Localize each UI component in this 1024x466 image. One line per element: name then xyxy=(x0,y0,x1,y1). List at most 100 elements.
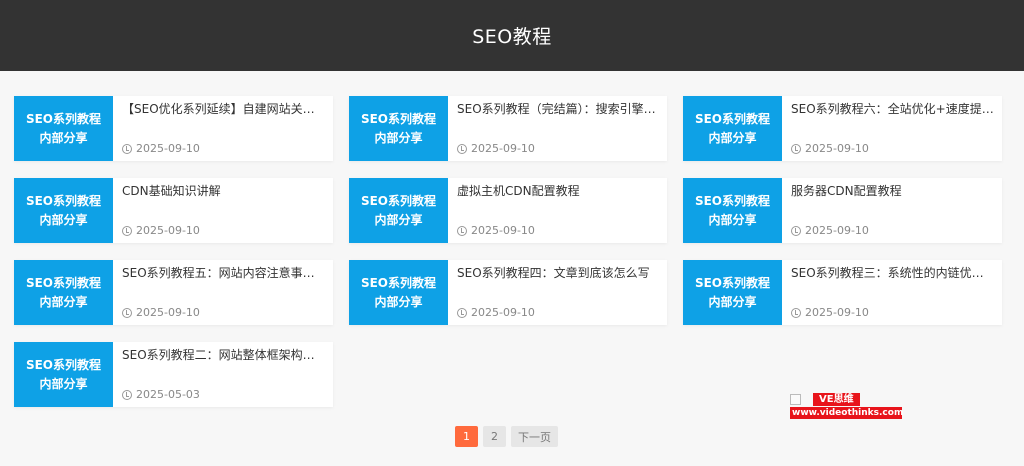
article-date-text: 2025-09-10 xyxy=(136,306,200,319)
thumbnail-line-1: SEO系列教程 xyxy=(694,111,771,126)
article-card[interactable]: SEO系列教程 内部分享 SEO系列教程三：系统性的内链优化讲… 2025-09… xyxy=(683,260,1002,325)
article-title-link[interactable]: SEO系列教程四：文章到底该怎么写 xyxy=(457,265,659,281)
thumbnail-line-1: SEO系列教程 xyxy=(25,193,102,208)
watermark-name: VE思维 xyxy=(813,393,860,406)
videothinks-watermark: VE思维 www.videothinks.com xyxy=(790,393,904,419)
article-info: SEO系列教程（完结篇）：搜索引擎的… 2025-09-10 xyxy=(448,96,667,161)
clock-icon xyxy=(122,389,132,400)
thumbnail-line-2: 内部分享 xyxy=(39,376,88,391)
article-date-text: 2025-09-10 xyxy=(471,224,535,237)
article-thumbnail[interactable]: SEO系列教程 内部分享 xyxy=(14,342,113,407)
thumbnail-line-1: SEO系列教程 xyxy=(694,193,771,208)
article-thumbnail[interactable]: SEO系列教程 内部分享 xyxy=(683,260,782,325)
article-info: 虚拟主机CDN配置教程 2025-09-10 xyxy=(448,178,667,243)
clock-icon xyxy=(457,307,467,318)
thumbnail-line-1: SEO系列教程 xyxy=(25,111,102,126)
article-title-link[interactable]: SEO系列教程三：系统性的内链优化讲… xyxy=(791,265,994,281)
thumbnail-line-2: 内部分享 xyxy=(708,294,757,309)
article-date-text: 2025-09-10 xyxy=(805,306,869,319)
clock-icon xyxy=(122,143,132,154)
clock-icon xyxy=(457,143,467,154)
next-page-button[interactable]: 下一页 xyxy=(511,426,558,447)
article-thumbnail[interactable]: SEO系列教程 内部分享 xyxy=(14,96,113,161)
clock-icon xyxy=(122,307,132,318)
clock-icon xyxy=(457,225,467,236)
article-info: 服务器CDN配置教程 2025-09-10 xyxy=(782,178,1002,243)
article-card[interactable]: SEO系列教程 内部分享 SEO系列教程二：网站整体框架构建思… 2025-05… xyxy=(14,342,333,407)
article-card[interactable]: SEO系列教程 内部分享 虚拟主机CDN配置教程 2025-09-10 xyxy=(349,178,667,243)
article-date: 2025-09-10 xyxy=(791,142,869,155)
article-card[interactable]: SEO系列教程 内部分享 SEO系列教程四：文章到底该怎么写 2025-09-1… xyxy=(349,260,667,325)
thumbnail-line-2: 内部分享 xyxy=(374,212,423,227)
article-info: SEO系列教程三：系统性的内链优化讲… 2025-09-10 xyxy=(782,260,1002,325)
article-info: SEO系列教程二：网站整体框架构建思… 2025-05-03 xyxy=(113,342,333,407)
thumbnail-line-2: 内部分享 xyxy=(708,130,757,145)
article-date: 2025-09-10 xyxy=(122,306,200,319)
thumbnail-line-2: 内部分享 xyxy=(374,294,423,309)
article-card[interactable]: SEO系列教程 内部分享 服务器CDN配置教程 2025-09-10 xyxy=(683,178,1002,243)
article-date-text: 2025-05-03 xyxy=(136,388,200,401)
thumbnail-line-2: 内部分享 xyxy=(39,294,88,309)
clock-icon xyxy=(791,225,801,236)
article-thumbnail[interactable]: SEO系列教程 内部分享 xyxy=(683,96,782,161)
article-date-text: 2025-09-10 xyxy=(136,142,200,155)
article-grid: SEO系列教程 内部分享 【SEO优化系列延续】自建网站关键词… 2025-09… xyxy=(14,96,1002,407)
thumbnail-line-2: 内部分享 xyxy=(708,212,757,227)
page-title: SEO教程 xyxy=(472,26,552,48)
article-card[interactable]: SEO系列教程 内部分享 CDN基础知识讲解 2025-09-10 xyxy=(14,178,333,243)
article-title-link[interactable]: 服务器CDN配置教程 xyxy=(791,183,994,199)
thumbnail-line-2: 内部分享 xyxy=(39,130,88,145)
article-title-link[interactable]: SEO系列教程二：网站整体框架构建思… xyxy=(122,347,325,363)
article-info: SEO系列教程六：全站优化+速度提升… 2025-09-10 xyxy=(782,96,1002,161)
article-date-text: 2025-09-10 xyxy=(136,224,200,237)
article-info: SEO系列教程四：文章到底该怎么写 2025-09-10 xyxy=(448,260,667,325)
article-title-link[interactable]: SEO系列教程五：网站内容注意事项+… xyxy=(122,265,325,281)
article-title-link[interactable]: 虚拟主机CDN配置教程 xyxy=(457,183,659,199)
watermark-url: www.videothinks.com xyxy=(790,407,904,419)
article-date: 2025-09-10 xyxy=(457,142,535,155)
article-thumbnail[interactable]: SEO系列教程 内部分享 xyxy=(349,96,448,161)
thumbnail-line-1: SEO系列教程 xyxy=(360,111,437,126)
article-thumbnail[interactable]: SEO系列教程 内部分享 xyxy=(14,260,113,325)
article-info: SEO系列教程五：网站内容注意事项+… 2025-09-10 xyxy=(113,260,333,325)
thumbnail-line-1: SEO系列教程 xyxy=(25,357,102,372)
article-card[interactable]: SEO系列教程 内部分享 SEO系列教程（完结篇）：搜索引擎的… 2025-09… xyxy=(349,96,667,161)
thumbnail-line-1: SEO系列教程 xyxy=(360,193,437,208)
article-thumbnail[interactable]: SEO系列教程 内部分享 xyxy=(14,178,113,243)
thumbnail-line-2: 内部分享 xyxy=(39,212,88,227)
article-thumbnail[interactable]: SEO系列教程 内部分享 xyxy=(349,178,448,243)
thumbnail-line-1: SEO系列教程 xyxy=(360,275,437,290)
article-title-link[interactable]: SEO系列教程（完结篇）：搜索引擎的… xyxy=(457,101,659,117)
article-date: 2025-09-10 xyxy=(122,224,200,237)
thumbnail-line-1: SEO系列教程 xyxy=(694,275,771,290)
article-thumbnail[interactable]: SEO系列教程 内部分享 xyxy=(683,178,782,243)
article-info: CDN基础知识讲解 2025-09-10 xyxy=(113,178,333,243)
article-date: 2025-09-10 xyxy=(791,306,869,319)
article-title-link[interactable]: SEO系列教程六：全站优化+速度提升… xyxy=(791,101,994,117)
article-date: 2025-09-10 xyxy=(457,306,535,319)
clock-icon xyxy=(791,143,801,154)
article-date-text: 2025-09-10 xyxy=(471,142,535,155)
article-date-text: 2025-09-10 xyxy=(805,142,869,155)
article-date: 2025-05-03 xyxy=(122,388,200,401)
clock-icon xyxy=(122,225,132,236)
broken-image-icon xyxy=(790,394,801,405)
article-date-text: 2025-09-10 xyxy=(471,306,535,319)
article-card[interactable]: SEO系列教程 内部分享 SEO系列教程六：全站优化+速度提升… 2025-09… xyxy=(683,96,1002,161)
article-card[interactable]: SEO系列教程 内部分享 SEO系列教程五：网站内容注意事项+… 2025-09… xyxy=(14,260,333,325)
thumbnail-line-2: 内部分享 xyxy=(374,130,423,145)
article-date: 2025-09-10 xyxy=(122,142,200,155)
clock-icon xyxy=(791,307,801,318)
page-header: SEO教程 xyxy=(0,0,1024,71)
thumbnail-line-1: SEO系列教程 xyxy=(25,275,102,290)
article-info: 【SEO优化系列延续】自建网站关键词… 2025-09-10 xyxy=(113,96,333,161)
article-date: 2025-09-10 xyxy=(791,224,869,237)
page-1-button[interactable]: 1 xyxy=(455,426,478,447)
page-2-button[interactable]: 2 xyxy=(483,426,506,447)
pagination: 1 2 下一页 xyxy=(455,426,558,447)
article-thumbnail[interactable]: SEO系列教程 内部分享 xyxy=(349,260,448,325)
article-card[interactable]: SEO系列教程 内部分享 【SEO优化系列延续】自建网站关键词… 2025-09… xyxy=(14,96,333,161)
article-title-link[interactable]: CDN基础知识讲解 xyxy=(122,183,325,199)
article-date: 2025-09-10 xyxy=(457,224,535,237)
article-title-link[interactable]: 【SEO优化系列延续】自建网站关键词… xyxy=(122,101,325,117)
